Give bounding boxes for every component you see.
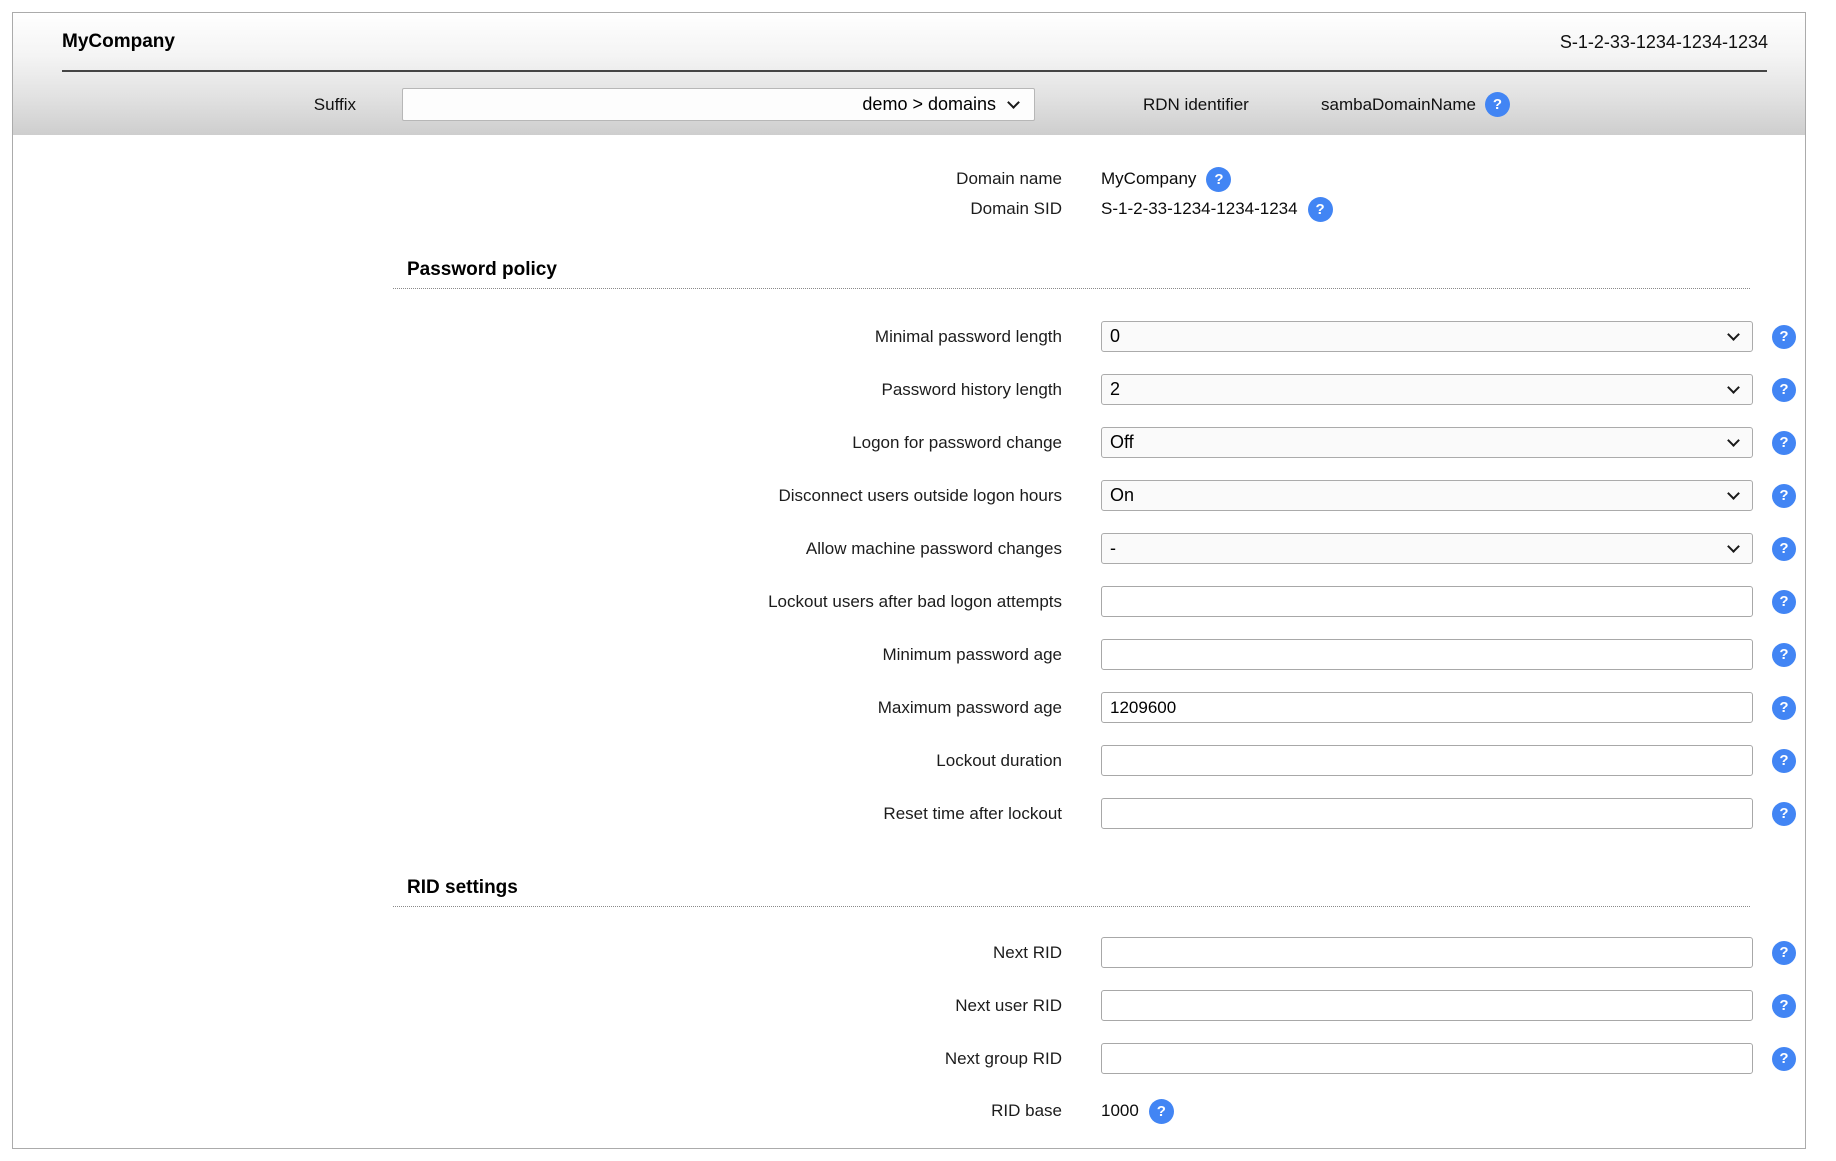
domain-sid-row: Domain SID S-1-2-33-1234-1234-1234 ? [13, 194, 1805, 224]
title-bar: MyCompany S-1-2-33-1234-1234-1234 [13, 13, 1805, 71]
field-label: Logon for password change [13, 433, 1062, 453]
rdn-identifier-value: sambaDomainName ? [1321, 88, 1510, 121]
help-icon[interactable]: ? [1772, 431, 1796, 455]
field-label: Next RID [13, 943, 1062, 963]
chevron-down-icon [1727, 434, 1740, 447]
form-row: Disconnect users outside logon hours On … [13, 480, 1805, 511]
help-icon[interactable]: ? [1772, 484, 1796, 508]
disconnect-users-outside-logon-hours-select[interactable]: On [1101, 480, 1753, 511]
minimum-password-age-input[interactable] [1101, 639, 1753, 670]
field-label: Lockout duration [13, 751, 1062, 771]
form-row: Minimum password age ? [13, 639, 1805, 670]
maximum-password-age-input[interactable] [1101, 692, 1753, 723]
domain-name-value: MyCompany [1101, 169, 1196, 189]
next-rid-input[interactable] [1101, 937, 1753, 968]
page-title: MyCompany [62, 31, 175, 53]
domain-name-row: Domain name MyCompany ? [13, 164, 1805, 194]
chevron-down-icon [1727, 328, 1740, 341]
help-icon[interactable]: ? [1485, 92, 1510, 117]
help-icon[interactable]: ? [1772, 941, 1796, 965]
form-row: Allow machine password changes - ? [13, 533, 1805, 564]
help-icon[interactable]: ? [1772, 696, 1796, 720]
chevron-down-icon [1727, 540, 1740, 553]
help-icon[interactable]: ? [1772, 325, 1796, 349]
help-icon[interactable]: ? [1772, 1047, 1796, 1071]
samba-domain-page: MyCompany S-1-2-33-1234-1234-1234 Suffix… [12, 12, 1806, 1149]
chevron-down-icon [1727, 487, 1740, 500]
form-row: Reset time after lockout ? [13, 798, 1805, 829]
help-icon[interactable]: ? [1772, 802, 1796, 826]
password-history-length-select[interactable]: 2 [1101, 374, 1753, 405]
chevron-down-icon [1007, 96, 1020, 109]
field-label: Minimal password length [13, 327, 1062, 347]
field-label: Domain name [13, 169, 1062, 189]
next-user-rid-input[interactable] [1101, 990, 1753, 1021]
help-icon[interactable]: ? [1772, 643, 1796, 667]
field-label: RID base [13, 1101, 1062, 1121]
form-row: Logon for password change Off ? [13, 427, 1805, 458]
minimal-password-length-select[interactable]: 0 [1101, 321, 1753, 352]
field-label: Minimum password age [13, 645, 1062, 665]
section-title-rid-settings: RID settings [393, 876, 1750, 907]
form-row: Next group RID ? [13, 1043, 1805, 1074]
field-label: Disconnect users outside logon hours [13, 486, 1062, 506]
help-icon[interactable]: ? [1772, 378, 1796, 402]
help-icon[interactable]: ? [1206, 167, 1231, 192]
field-label: Domain SID [13, 199, 1062, 219]
form-row: Maximum password age ? [13, 692, 1805, 723]
main-content: Domain name MyCompany ? Domain SID S-1-2… [13, 135, 1805, 1148]
chevron-down-icon [1727, 381, 1740, 394]
help-icon[interactable]: ? [1149, 1099, 1174, 1124]
suffix-label: Suffix [13, 88, 356, 121]
allow-machine-password-changes-select[interactable]: - [1101, 533, 1753, 564]
lockout-duration-input[interactable] [1101, 745, 1753, 776]
help-icon[interactable]: ? [1772, 994, 1796, 1018]
form-row: Password history length 2 ? [13, 374, 1805, 405]
help-icon[interactable]: ? [1772, 537, 1796, 561]
header: MyCompany S-1-2-33-1234-1234-1234 Suffix… [13, 13, 1805, 135]
form-row: Minimal password length 0 ? [13, 321, 1805, 352]
field-label: Password history length [13, 380, 1062, 400]
form-row: Next RID ? [13, 937, 1805, 968]
field-label: Allow machine password changes [13, 539, 1062, 559]
rdn-identifier-label: RDN identifier [1143, 88, 1249, 121]
help-icon[interactable]: ? [1308, 197, 1333, 222]
help-icon[interactable]: ? [1772, 749, 1796, 773]
domain-sid-value: S-1-2-33-1234-1234-1234 [1101, 199, 1298, 219]
section-title-password-policy: Password policy [393, 258, 1750, 289]
field-label: Reset time after lockout [13, 804, 1062, 824]
form-row: Lockout duration ? [13, 745, 1805, 776]
form-row: Lockout users after bad logon attempts ? [13, 586, 1805, 617]
suffix-select-value: demo > domains [862, 94, 996, 115]
form-row: Next user RID ? [13, 990, 1805, 1021]
next-group-rid-input[interactable] [1101, 1043, 1753, 1074]
lockout-users-after-bad-logon-attempts-input[interactable] [1101, 586, 1753, 617]
domain-sid-header: S-1-2-33-1234-1234-1234 [1560, 32, 1768, 53]
field-label: Maximum password age [13, 698, 1062, 718]
reset-time-after-lockout-input[interactable] [1101, 798, 1753, 829]
logon-for-password-change-select[interactable]: Off [1101, 427, 1753, 458]
field-label: Next group RID [13, 1049, 1062, 1069]
rid-base-value: 1000 [1101, 1101, 1139, 1121]
field-label: Lockout users after bad logon attempts [13, 592, 1062, 612]
suffix-select[interactable]: demo > domains [402, 88, 1035, 121]
title-divider [62, 70, 1767, 72]
rid-base-row: RID base 1000 ? [13, 1096, 1805, 1126]
help-icon[interactable]: ? [1772, 590, 1796, 614]
field-label: Next user RID [13, 996, 1062, 1016]
rdn-value-text: sambaDomainName [1321, 95, 1476, 115]
